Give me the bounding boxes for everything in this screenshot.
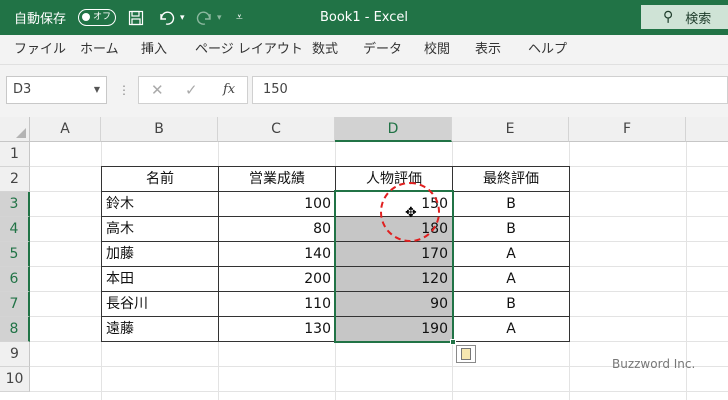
column-header-d[interactable]: D [335,117,452,142]
column-header-f[interactable]: F [569,117,686,142]
tab-insert[interactable]: 挿入 [141,35,167,65]
save-icon[interactable] [128,0,144,35]
ribbon-tabs: ファイル ホーム 挿入 ページ レイアウト 数式 データ 校閲 表示 ヘルプ [0,35,728,65]
table-cell[interactable]: A [453,317,569,341]
table-cell[interactable]: 200 [219,267,335,291]
autosave-toggle[interactable]: オフ [78,9,116,26]
table-cell[interactable]: 140 [219,242,335,266]
column-header-e[interactable]: E [452,117,569,142]
formula-buttons: ✕ ✓ fx [138,76,248,104]
table-cell[interactable]: 遠藤 [102,317,218,341]
autosave-state: オフ [93,12,112,22]
row-header-8[interactable]: 8 [0,317,30,342]
name-box-value: D3 [13,82,32,97]
tab-data[interactable]: データ [363,35,402,65]
tab-home[interactable]: ホーム [80,35,119,65]
row-header-1[interactable]: 1 [0,142,30,167]
redo-icon[interactable] [196,0,214,35]
row-header-7[interactable]: 7 [0,292,30,317]
row-header-6[interactable]: 6 [0,267,30,292]
row-header-10[interactable]: 10 [0,367,30,392]
table-cell[interactable]: 130 [219,317,335,341]
select-all-button[interactable] [0,117,30,142]
enter-icon[interactable]: ✓ [185,77,198,103]
table-cell[interactable]: B [453,192,569,216]
customize-qat-icon[interactable]: ⩡ [236,0,243,35]
name-box[interactable]: D3 ▼ [6,76,107,104]
table-cell[interactable]: B [453,217,569,241]
table-cell[interactable]: 鈴木 [102,192,218,216]
search-box[interactable]: ⚲ 検索 [641,5,728,29]
row-header-2[interactable]: 2 [0,167,30,192]
column-header-g[interactable] [686,117,728,142]
tab-file[interactable]: ファイル [14,35,66,65]
column-header-a[interactable]: A [30,117,101,142]
clipboard-icon [461,348,471,360]
redo-dropdown-icon[interactable]: ▾ [217,0,222,35]
search-icon: ⚲ [663,9,674,25]
tab-formulas[interactable]: 数式 [312,35,338,65]
row-header-5[interactable]: 5 [0,242,30,267]
table-cell[interactable]: A [453,242,569,266]
table-cell[interactable]: A [453,267,569,291]
undo-dropdown-icon[interactable]: ▾ [180,0,185,35]
formula-bar-grip-icon[interactable]: ⋮ [118,76,130,104]
row-header-3[interactable]: 3 [0,192,30,217]
tab-view[interactable]: 表示 [475,35,501,65]
column-header-c[interactable]: C [218,117,335,142]
undo-icon[interactable] [157,0,175,35]
table-cell[interactable]: B [453,292,569,316]
table-cell[interactable]: 80 [219,217,335,241]
toggle-knob [82,13,90,21]
table-cell[interactable]: 本田 [102,267,218,291]
chevron-down-icon[interactable]: ▼ [94,77,100,103]
table-cell[interactable]: 110 [219,292,335,316]
title-bar: 自動保存 オフ ▾ ▾ ⩡ Book1 - Excel ⚲ 検索 [0,0,728,35]
table-header-name[interactable]: 名前 [102,167,218,191]
table-cell[interactable]: 高木 [102,217,218,241]
autosave-label: 自動保存 [14,12,67,27]
gridline [30,391,728,392]
column-header-b[interactable]: B [101,117,218,142]
select-all-icon [16,128,26,138]
tab-help[interactable]: ヘルプ [528,35,567,65]
cancel-icon[interactable]: ✕ [151,77,164,103]
search-label: 検索 [685,11,712,27]
row-header-9[interactable]: 9 [0,342,30,367]
paste-options-button[interactable] [456,345,476,363]
cursor-icon: ✥ [405,205,417,221]
table-header-final[interactable]: 最終評価 [453,167,569,191]
watermark: Buzzword Inc. [612,357,696,371]
formula-input[interactable]: 150 [252,76,728,104]
table-cell[interactable]: 長谷川 [102,292,218,316]
table-header-sales[interactable]: 営業成績 [219,167,335,191]
table-cell[interactable]: 加藤 [102,242,218,266]
insert-function-icon[interactable]: fx [223,77,235,103]
table-cell[interactable]: 100 [219,192,335,216]
tab-review[interactable]: 校閲 [424,35,450,65]
row-header-4[interactable]: 4 [0,217,30,242]
formula-bar: D3 ▼ ⋮ ✕ ✓ fx 150 [0,65,728,117]
tab-page-layout[interactable]: ページ レイアウト [195,35,303,65]
table-border [569,166,570,342]
